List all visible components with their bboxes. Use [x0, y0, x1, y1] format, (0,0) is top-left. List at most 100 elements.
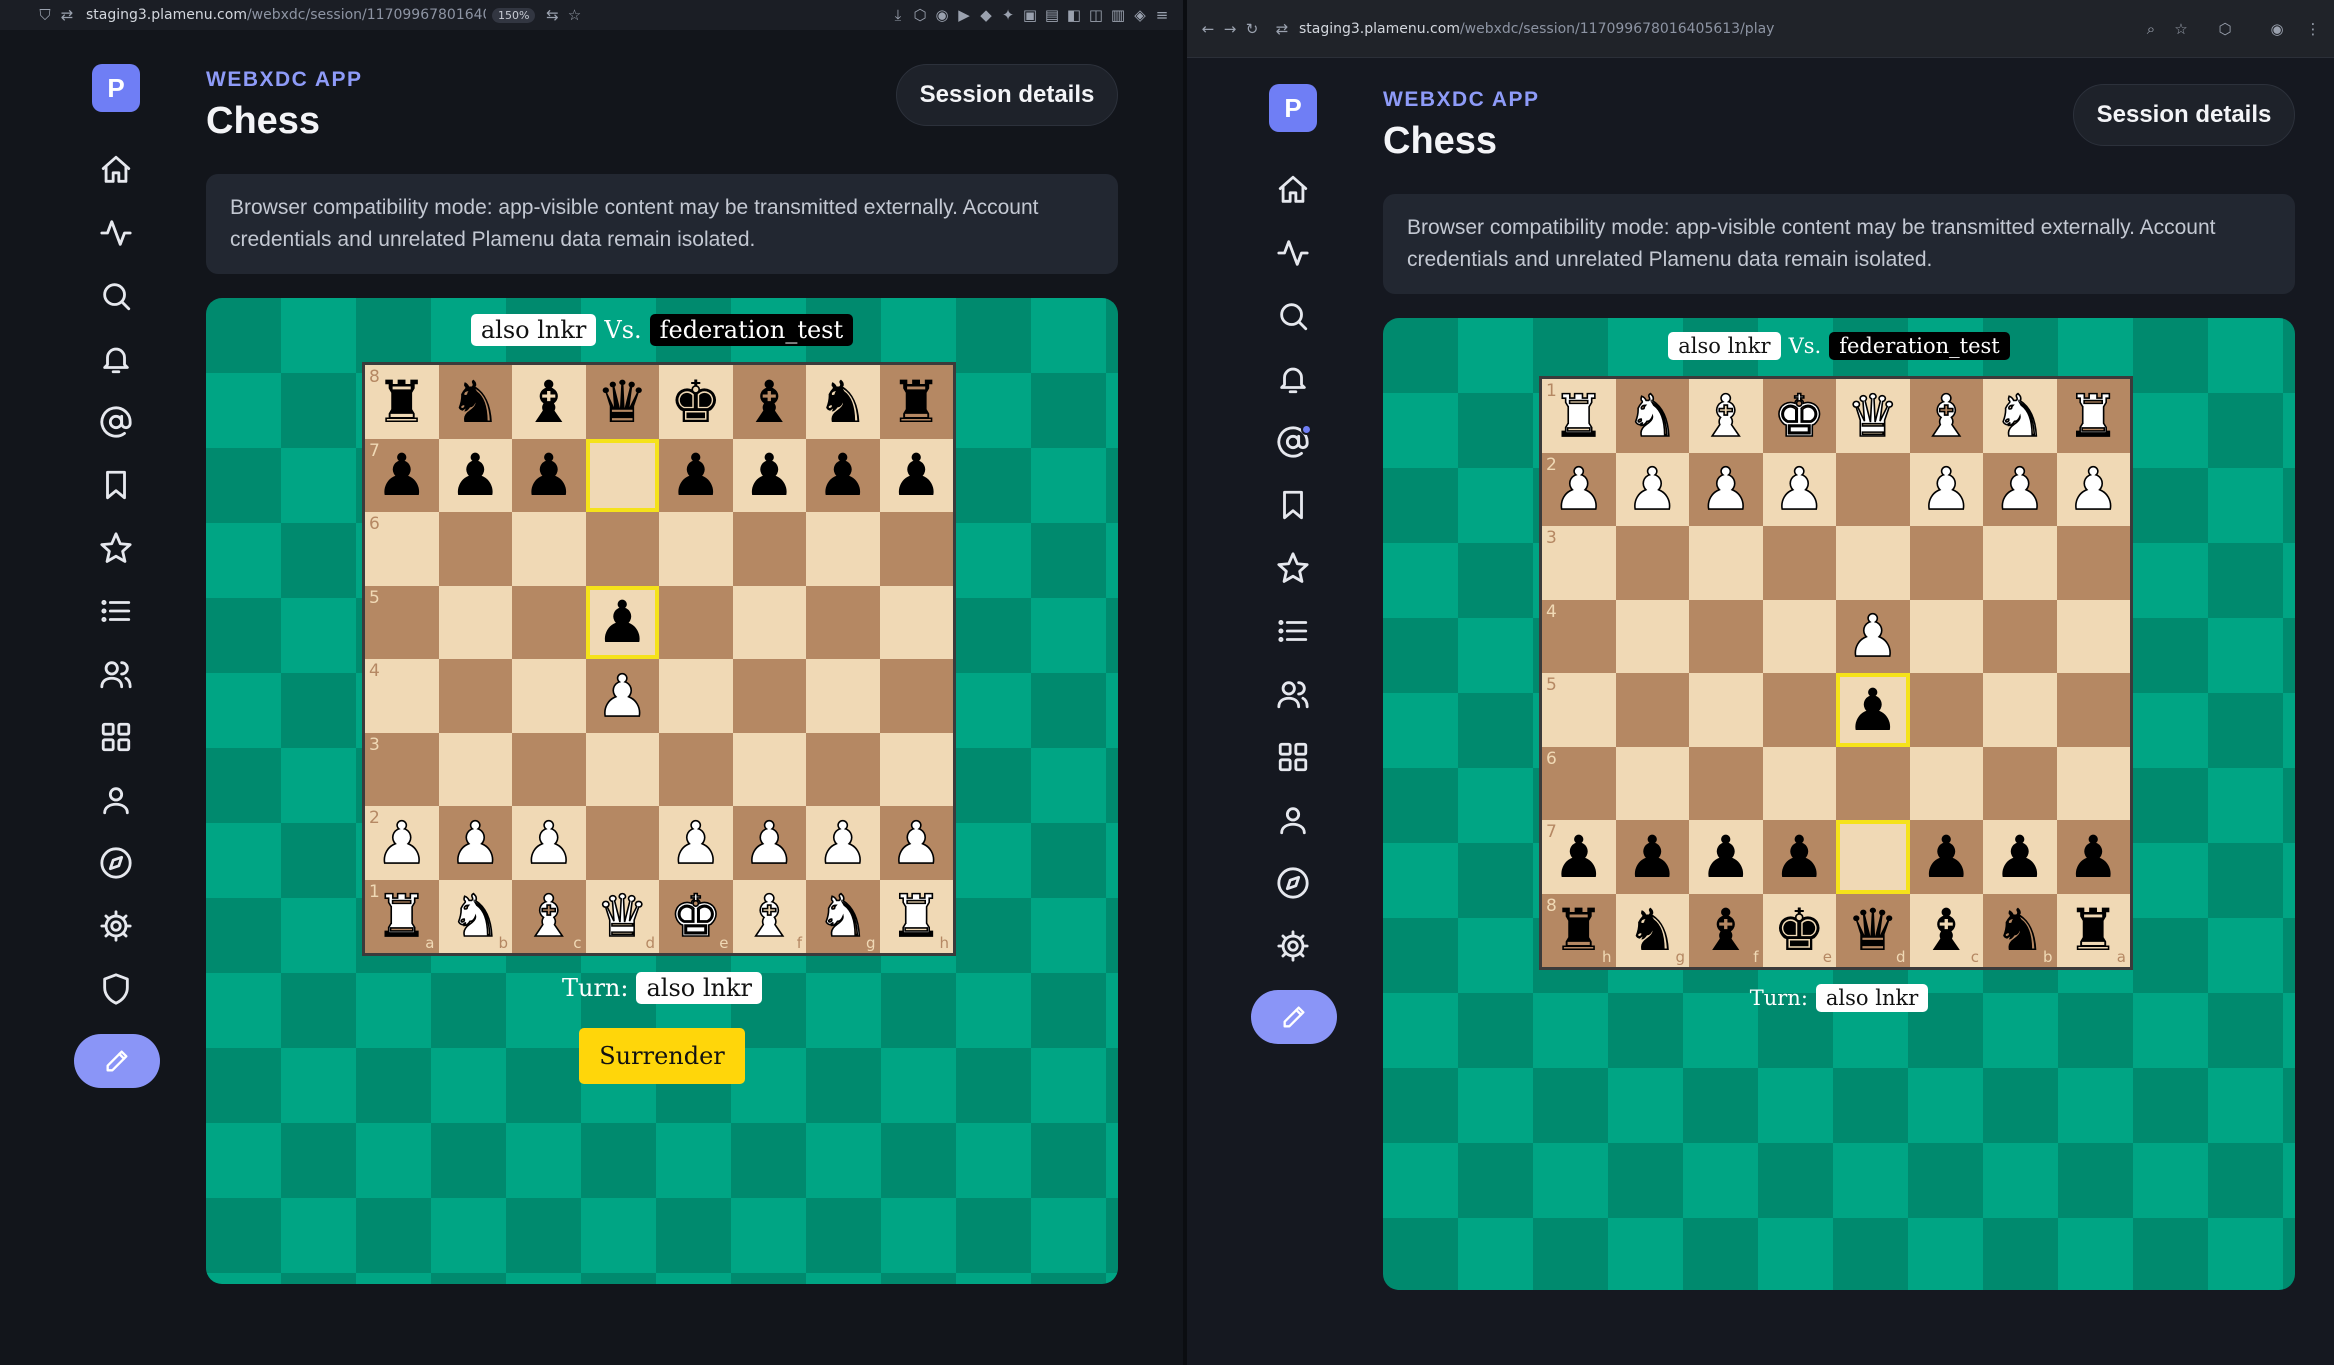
- board-square-d4[interactable]: ♟: [585, 659, 659, 733]
- board-square-h7[interactable]: ♟: [879, 438, 953, 512]
- board-square-c3[interactable]: [512, 732, 586, 806]
- extension-icon[interactable]: ◉: [931, 4, 953, 26]
- board-square-b7[interactable]: ♟: [1983, 820, 2057, 894]
- board-square-f1[interactable]: ♝: [1689, 379, 1763, 453]
- board-square-f2[interactable]: ♟: [732, 806, 806, 880]
- black-knight-icon[interactable]: ♞: [449, 373, 501, 431]
- board-square-h6[interactable]: 6: [1542, 746, 1616, 820]
- nav-user-icon[interactable]: [1271, 798, 1315, 842]
- board-square-h5[interactable]: [879, 585, 953, 659]
- black-knight-icon[interactable]: ♞: [817, 373, 869, 431]
- board-square-g1[interactable]: ♞: [1615, 379, 1689, 453]
- black-pawn-icon[interactable]: ♟: [2067, 828, 2119, 886]
- board-square-b8[interactable]: b ♞: [1983, 893, 2057, 967]
- black-pawn-icon[interactable]: ♟: [1773, 828, 1825, 886]
- session-details-button[interactable]: Session details: [2073, 84, 2295, 146]
- black-knight-icon[interactable]: ♞: [1626, 901, 1678, 959]
- board-square-c4[interactable]: [1909, 599, 1983, 673]
- extension-icon[interactable]: ✦: [997, 4, 1019, 26]
- nav-gear-icon[interactable]: [1271, 924, 1315, 968]
- nav-grid-icon[interactable]: [1271, 735, 1315, 779]
- nav-gear-icon[interactable]: [94, 904, 138, 948]
- board-square-g2[interactable]: ♟: [806, 806, 880, 880]
- board-square-e8[interactable]: e ♚: [1762, 893, 1836, 967]
- nav-activity-icon[interactable]: [94, 211, 138, 255]
- board-square-c6[interactable]: [1909, 746, 1983, 820]
- black-bishop-icon[interactable]: ♝: [743, 373, 795, 431]
- board-square-b4[interactable]: [438, 659, 512, 733]
- board-square-h3[interactable]: [879, 732, 953, 806]
- nav-star-icon[interactable]: [1271, 546, 1315, 590]
- board-square-g6[interactable]: [806, 512, 880, 586]
- board-square-a6[interactable]: 6: [365, 512, 439, 586]
- board-square-g1[interactable]: g ♞: [806, 879, 880, 953]
- nav-bell-icon[interactable]: [94, 337, 138, 381]
- board-square-f8[interactable]: f ♝: [1689, 893, 1763, 967]
- board-square-e3[interactable]: [659, 732, 733, 806]
- board-square-b5[interactable]: [1983, 673, 2057, 747]
- board-square-d6[interactable]: [585, 512, 659, 586]
- board-square-e1[interactable]: ♚: [1762, 379, 1836, 453]
- board-square-a6[interactable]: [2056, 746, 2130, 820]
- board-square-f4[interactable]: [1689, 599, 1763, 673]
- board-square-b5[interactable]: [438, 585, 512, 659]
- board-square-e4[interactable]: [1762, 599, 1836, 673]
- extension-icon[interactable]: ⬡: [909, 4, 931, 26]
- nav-home-icon[interactable]: [94, 148, 138, 192]
- board-square-g8[interactable]: g ♞: [1615, 893, 1689, 967]
- black-pawn-icon[interactable]: ♟: [523, 446, 575, 504]
- board-square-c7[interactable]: ♟: [512, 438, 586, 512]
- white-rook-icon[interactable]: ♜: [375, 886, 429, 946]
- zoom-level[interactable]: 150%: [492, 7, 536, 23]
- board-square-d4[interactable]: ♟: [1836, 599, 1910, 673]
- board-square-e1[interactable]: e ♚: [659, 879, 733, 953]
- black-rook-icon[interactable]: ♜: [890, 373, 942, 431]
- white-pawn-icon[interactable]: ♟: [1919, 459, 1973, 519]
- board-square-h3[interactable]: 3: [1542, 526, 1616, 600]
- board-square-e5[interactable]: [659, 585, 733, 659]
- white-pawn-icon[interactable]: ♟: [1552, 459, 1606, 519]
- board-square-e8[interactable]: ♚: [659, 365, 733, 439]
- surrender-button[interactable]: Surrender: [579, 1028, 745, 1084]
- black-bishop-icon[interactable]: ♝: [1920, 901, 1972, 959]
- white-rook-icon[interactable]: ♜: [1552, 386, 1606, 446]
- extension-icon[interactable]: ◈: [1129, 4, 1151, 26]
- board-square-g5[interactable]: [806, 585, 880, 659]
- extension-icon[interactable]: ▣: [1019, 4, 1041, 26]
- nav-search-icon[interactable]: [94, 274, 138, 318]
- nav-bookmark-icon[interactable]: [1271, 483, 1315, 527]
- board-square-f6[interactable]: [732, 512, 806, 586]
- black-bishop-icon[interactable]: ♝: [523, 373, 575, 431]
- extension-icon[interactable]: ▶: [953, 4, 975, 26]
- white-pawn-icon[interactable]: ♟: [742, 813, 796, 873]
- board-square-d2[interactable]: [585, 806, 659, 880]
- nav-bookmark-icon[interactable]: [94, 463, 138, 507]
- board-square-g5[interactable]: [1615, 673, 1689, 747]
- board-square-d7[interactable]: [585, 438, 659, 512]
- black-queen-icon[interactable]: ♛: [596, 373, 648, 431]
- board-square-e3[interactable]: [1762, 526, 1836, 600]
- board-square-b3[interactable]: [1983, 526, 2057, 600]
- board-square-a4[interactable]: [2056, 599, 2130, 673]
- nav-list-icon[interactable]: [94, 589, 138, 633]
- board-square-d3[interactable]: [585, 732, 659, 806]
- nav-compass-icon[interactable]: [94, 841, 138, 885]
- board-square-a8[interactable]: a ♜: [2056, 893, 2130, 967]
- white-knight-icon[interactable]: ♞: [816, 886, 870, 946]
- board-square-b7[interactable]: ♟: [438, 438, 512, 512]
- board-square-d1[interactable]: d ♛: [585, 879, 659, 953]
- white-pawn-icon[interactable]: ♟: [1625, 459, 1679, 519]
- board-square-e4[interactable]: [659, 659, 733, 733]
- white-bishop-icon[interactable]: ♝: [742, 886, 796, 946]
- black-king-icon[interactable]: ♚: [670, 373, 722, 431]
- board-square-a3[interactable]: 3: [365, 732, 439, 806]
- board-square-a5[interactable]: [2056, 673, 2130, 747]
- board-square-b8[interactable]: ♞: [438, 365, 512, 439]
- white-knight-icon[interactable]: ♞: [1993, 386, 2047, 446]
- board-square-h4[interactable]: 4: [1542, 599, 1616, 673]
- extension-icon[interactable]: ◆: [975, 4, 997, 26]
- white-pawn-icon[interactable]: ♟: [1846, 606, 1900, 666]
- white-king-icon[interactable]: ♚: [669, 886, 723, 946]
- board-square-f8[interactable]: ♝: [732, 365, 806, 439]
- board-square-f3[interactable]: [1689, 526, 1763, 600]
